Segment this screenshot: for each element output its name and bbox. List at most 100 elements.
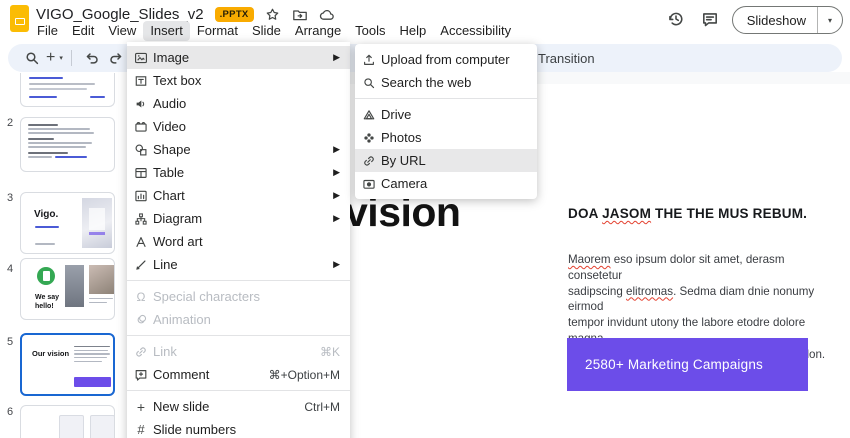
slide-number-4: 4	[6, 263, 14, 275]
search-icon	[362, 76, 376, 90]
paragraph-line: Maorem eso ipsum dolor sit amet, derasm …	[568, 253, 785, 282]
thumbnail-content	[74, 346, 110, 362]
submenu-item-camera[interactable]: Camera	[355, 172, 537, 195]
slide-thumbnail-5-selected[interactable]: Our vision	[20, 333, 115, 396]
menu-tools[interactable]: Tools	[348, 21, 392, 41]
menu-format[interactable]: Format	[190, 21, 245, 41]
caret-down-icon: ▾	[59, 55, 63, 62]
plus-icon: +	[136, 398, 146, 415]
slideshow-button[interactable]: Slideshow ▾	[731, 6, 843, 34]
image-submenu-dropdown: Upload from computer Search the web Driv…	[355, 44, 537, 199]
redo-icon[interactable]	[104, 46, 128, 70]
slide-thumbnail-3[interactable]: Vigo.	[20, 192, 115, 254]
slide-number-6: 6	[6, 406, 14, 418]
shape-icon	[134, 143, 148, 157]
menu-item-new-slide[interactable]: + New slide Ctrl+M	[127, 395, 350, 418]
transition-button[interactable]: Transition	[538, 44, 595, 72]
menu-item-comment[interactable]: Comment ⌘+Option+M	[127, 363, 350, 386]
submenu-arrow-icon: ▶	[333, 167, 340, 177]
omega-icon: Ω	[136, 289, 146, 304]
menu-item-special-characters: Ω Special characters	[127, 285, 350, 308]
menu-help[interactable]: Help	[393, 21, 434, 41]
menu-file[interactable]: File	[30, 21, 65, 41]
menu-insert[interactable]: Insert	[143, 21, 190, 41]
thumbnail-title: Our vision	[32, 349, 70, 358]
slide-number-5: 5	[6, 336, 14, 348]
google-photos-icon	[362, 131, 376, 145]
application-header: VIGO_Google_Slides_v2 .PPTX Slideshow ▾ …	[0, 0, 850, 42]
thumbnail-caption: We say hello!	[35, 294, 59, 310]
photo-placeholder	[65, 265, 84, 307]
insert-menu-dropdown: Image ▶ Text box Audio Video Shape ▶ Table…	[127, 42, 350, 438]
thumbnail-content	[21, 118, 114, 164]
video-icon	[134, 120, 148, 134]
slide-thumbnail-2[interactable]	[20, 117, 115, 172]
thumbnail-title: Vigo.	[34, 209, 59, 220]
submenu-item-search-the-web[interactable]: Search the web	[355, 71, 537, 94]
photo-placeholder	[89, 265, 114, 294]
pptx-format-badge: .PPTX	[214, 7, 254, 22]
heading-text: THE THE MUS REBUM.	[651, 206, 808, 221]
menu-item-shape[interactable]: Shape ▶	[127, 138, 350, 161]
menu-item-table[interactable]: Table ▶	[127, 161, 350, 184]
menu-item-video[interactable]: Video	[127, 115, 350, 138]
menu-item-word-art[interactable]: Word art	[127, 230, 350, 253]
menu-divider	[355, 98, 537, 99]
menu-edit[interactable]: Edit	[65, 21, 101, 41]
menu-item-text-box[interactable]: Text box	[127, 69, 350, 92]
thumbnail-text-line	[89, 298, 113, 300]
slide-thumbnail-6[interactable]	[20, 405, 115, 438]
menu-view[interactable]: View	[101, 21, 143, 41]
shortcut-label: ⌘+Option+M	[268, 367, 340, 382]
menu-item-diagram[interactable]: Diagram ▶	[127, 207, 350, 230]
thumbnail-text-line	[89, 302, 107, 304]
new-slide-button[interactable]: + ▾	[46, 50, 63, 66]
plus-icon: +	[46, 49, 56, 66]
version-history-icon[interactable]	[664, 7, 690, 33]
menu-item-image[interactable]: Image ▶	[127, 46, 350, 69]
thumbnail-button	[74, 377, 111, 387]
submenu-item-upload-from-computer[interactable]: Upload from computer	[355, 48, 537, 71]
comment-plus-icon	[134, 368, 148, 382]
menu-accessibility[interactable]: Accessibility	[433, 21, 518, 41]
menu-item-line[interactable]: Line ▶	[127, 253, 350, 276]
diagram-icon	[134, 212, 148, 226]
comments-icon[interactable]	[698, 7, 724, 33]
chart-icon	[134, 189, 148, 203]
caret-down-icon[interactable]: ▾	[818, 16, 842, 25]
slide-thumbnail-1[interactable]	[20, 73, 115, 107]
google-slides-logo-icon[interactable]	[10, 5, 29, 32]
menu-item-animation: Animation	[127, 308, 350, 331]
menu-item-slide-numbers[interactable]: # Slide numbers	[127, 418, 350, 438]
menu-divider	[127, 280, 350, 281]
slide-heading[interactable]: DOA JASOM THE THE MUS REBUM.	[568, 206, 807, 221]
submenu-item-drive[interactable]: Drive	[355, 103, 537, 126]
menu-slide[interactable]: Slide	[245, 21, 288, 41]
slide-thumbnail-4[interactable]: We say hello!	[20, 258, 115, 320]
menu-bar: File Edit View Insert Format Slide Arran…	[30, 21, 518, 41]
menu-item-audio[interactable]: Audio	[127, 92, 350, 115]
menu-item-chart[interactable]: Chart ▶	[127, 184, 350, 207]
marketing-banner[interactable]: 2580+ Marketing Campaigns	[567, 338, 808, 391]
submenu-arrow-icon: ▶	[333, 52, 340, 62]
paragraph-line: sadipscing elitromas. Sedma diam dnie no…	[568, 284, 815, 314]
search-menus-icon[interactable]	[20, 46, 44, 70]
thumbnail-text-line	[35, 243, 55, 245]
undo-icon[interactable]	[80, 46, 104, 70]
thumbnail-content	[21, 73, 114, 102]
green-doc-badge	[37, 267, 55, 285]
image-icon	[134, 51, 148, 65]
menu-divider	[127, 390, 350, 391]
menu-divider	[127, 335, 350, 336]
toolbar-divider	[70, 50, 72, 66]
link-icon	[134, 345, 148, 359]
slideshow-label: Slideshow	[746, 12, 806, 28]
table-icon	[134, 166, 148, 180]
audio-icon	[134, 97, 148, 111]
submenu-item-by-url[interactable]: By URL	[355, 149, 537, 172]
submenu-item-photos[interactable]: Photos	[355, 126, 537, 149]
submenu-arrow-icon: ▶	[333, 190, 340, 200]
text-box-icon	[134, 74, 148, 88]
menu-arrange[interactable]: Arrange	[288, 21, 348, 41]
submenu-arrow-icon: ▶	[333, 259, 340, 269]
